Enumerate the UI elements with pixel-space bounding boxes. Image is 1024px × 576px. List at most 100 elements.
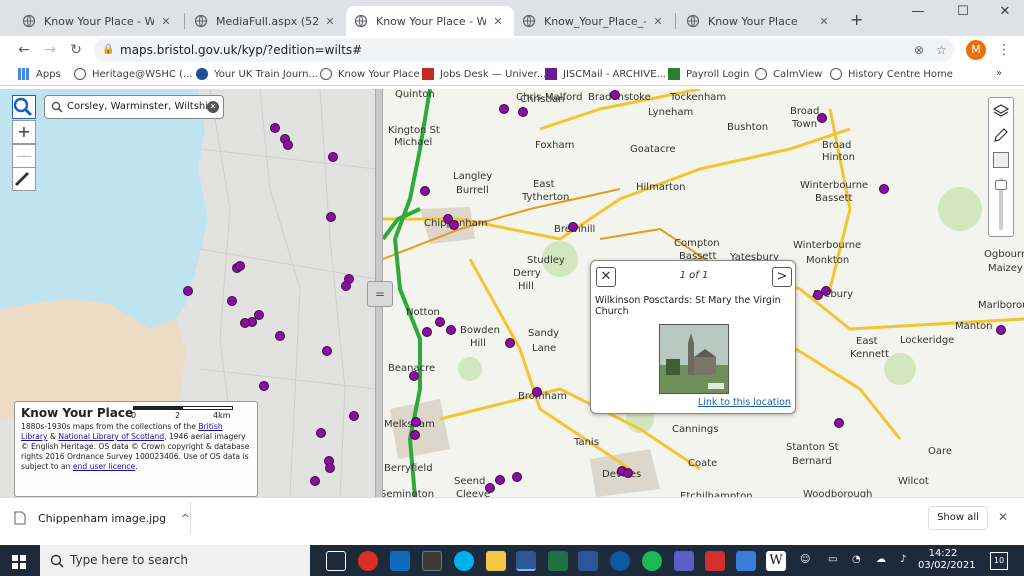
map-marker[interactable] — [227, 296, 237, 306]
forward-button[interactable]: → — [40, 40, 60, 60]
map-marker[interactable] — [518, 107, 528, 117]
bookmark-star-icon[interactable]: ☆ — [936, 38, 947, 62]
address-bar[interactable]: 🔒 maps.bristol.gov.uk/kyp/?edition=wilts… — [94, 38, 954, 62]
bookmark-jobs[interactable]: Jobs Desk — Univer... — [422, 68, 546, 80]
chevron-up-icon[interactable]: ^ — [181, 512, 190, 525]
tray-onedrive-icon[interactable]: ☁ — [876, 554, 886, 565]
map-marker[interactable] — [495, 475, 505, 485]
map-marker[interactable] — [568, 222, 578, 232]
map-marker[interactable] — [409, 371, 419, 381]
tray-volume-icon[interactable]: ♪ — [900, 554, 906, 565]
zoom-in-button[interactable]: + — [12, 120, 36, 144]
overlay-toggle-icon[interactable] — [993, 152, 1009, 168]
map-marker[interactable] — [813, 290, 823, 300]
tab-mediafull[interactable]: MediaFull.aspx (520×337) ✕ — [186, 6, 346, 36]
map-marker[interactable] — [411, 417, 421, 427]
map-marker[interactable] — [183, 286, 193, 296]
map-marker[interactable] — [446, 325, 456, 335]
windows-start-icon[interactable] — [12, 554, 26, 569]
map-marker[interactable] — [259, 381, 269, 391]
map-marker[interactable] — [316, 428, 326, 438]
map-marker[interactable] — [879, 184, 889, 194]
download-item[interactable]: Chippenham image.jpg ^ — [14, 506, 190, 530]
tab-know-your-place-1[interactable]: Know Your Place - Wiltshire ✕ — [14, 6, 182, 36]
popup-next-button[interactable]: > — [772, 267, 792, 287]
bookmark-calmview[interactable]: CalmView — [755, 68, 822, 80]
tab-close-icon[interactable]: ✕ — [650, 15, 666, 28]
zoom-out-button[interactable]: — — [12, 144, 36, 168]
bookmark-payroll[interactable]: Payroll Login — [668, 68, 749, 80]
divider-handle[interactable]: = — [367, 281, 393, 307]
map-marker[interactable] — [485, 483, 495, 493]
bookmark-heritage[interactable]: Heritage@WSHC (... — [74, 68, 192, 80]
bookmark-jiscmail[interactable]: JISCMail - ARCHIVE... — [545, 68, 666, 80]
tray-battery-icon[interactable]: ▭ — [828, 554, 837, 565]
map-marker[interactable] — [623, 468, 633, 478]
minimize-button[interactable]: — — [903, 4, 933, 22]
map-marker[interactable] — [328, 152, 338, 162]
chrome-alt-icon[interactable] — [358, 551, 378, 571]
search-toggle-button[interactable] — [12, 95, 36, 119]
map-marker[interactable] — [449, 220, 459, 230]
profile-avatar[interactable]: M — [966, 40, 986, 60]
teams-icon[interactable] — [674, 551, 694, 571]
tab-know-your-place-2[interactable]: Know Your Place ✕ — [678, 6, 840, 36]
task-view-icon[interactable] — [326, 551, 346, 571]
map-marker[interactable] — [325, 463, 335, 473]
opacity-slider-handle[interactable] — [995, 180, 1007, 190]
map-marker[interactable] — [235, 261, 245, 271]
close-download-bar-icon[interactable]: ✕ — [998, 510, 1008, 524]
extension-icon[interactable]: ⊗ — [914, 38, 924, 62]
map-marker[interactable] — [817, 113, 827, 123]
bookmark-apps[interactable]: Apps — [18, 68, 61, 80]
bookmark-train[interactable]: Your UK Train Journ... — [196, 68, 318, 80]
map-marker[interactable] — [240, 318, 250, 328]
layers-icon[interactable] — [992, 101, 1010, 119]
spotify-icon[interactable] — [642, 551, 662, 571]
map-marker[interactable] — [254, 310, 264, 320]
tab-close-icon[interactable]: ✕ — [816, 15, 832, 28]
show-all-button[interactable]: Show all — [928, 506, 988, 530]
map-marker[interactable] — [341, 281, 351, 291]
map-marker[interactable] — [349, 411, 359, 421]
map-marker[interactable] — [505, 338, 515, 348]
location-search-input[interactable]: Corsley, Warminster, Wiltshire ✕ — [44, 95, 224, 119]
bookmarks-overflow[interactable]: » — [996, 68, 1002, 79]
notifications-icon[interactable]: 10 — [990, 552, 1008, 570]
measure-tool-button[interactable] — [12, 167, 36, 191]
acrobat-icon[interactable] — [705, 551, 725, 571]
tray-people-icon[interactable]: ☺ — [800, 554, 810, 565]
maximize-button[interactable]: ☐ — [948, 4, 978, 22]
map-marker[interactable] — [499, 104, 509, 114]
map-marker[interactable] — [996, 325, 1006, 335]
tab-user-guide[interactable]: Know_Your_Place_-_User_Guide ✕ — [514, 6, 674, 36]
tab-close-icon[interactable]: ✕ — [322, 15, 338, 28]
map-viewport[interactable]: Quinton Chris-Malford Christian Bradenstoke… — [0, 89, 1024, 497]
map-marker[interactable] — [270, 123, 280, 133]
map-marker[interactable] — [326, 212, 336, 222]
outlook-icon[interactable] — [390, 551, 410, 571]
menu-kebab-icon[interactable]: ⋮ — [994, 40, 1014, 60]
word-icon[interactable] — [578, 551, 598, 571]
reload-button[interactable]: ↻ — [66, 40, 86, 60]
excel-icon[interactable] — [548, 551, 568, 571]
clear-search-icon[interactable]: ✕ — [207, 101, 219, 113]
map-marker[interactable] — [834, 418, 844, 428]
map-marker[interactable] — [435, 317, 445, 327]
postcard-thumbnail[interactable] — [659, 324, 729, 394]
link-to-location[interactable]: Link to this location — [698, 397, 791, 408]
map-marker[interactable] — [410, 430, 420, 440]
close-window-button[interactable]: ✕ — [990, 4, 1020, 22]
pencil-icon[interactable] — [992, 126, 1010, 144]
taskbar-search-input[interactable]: Type here to search — [40, 545, 310, 576]
map-marker[interactable] — [532, 387, 542, 397]
wiki-icon[interactable]: W — [766, 551, 786, 571]
photos-icon[interactable] — [736, 551, 756, 571]
map-marker[interactable] — [310, 476, 320, 486]
skype-icon[interactable] — [454, 551, 474, 571]
edge-icon[interactable] — [610, 551, 630, 571]
taskbar-clock[interactable]: 14:22 03/02/2021 — [918, 548, 976, 572]
folder-icon[interactable] — [486, 551, 506, 571]
map-marker[interactable] — [610, 90, 620, 100]
back-button[interactable]: ← — [14, 40, 34, 60]
